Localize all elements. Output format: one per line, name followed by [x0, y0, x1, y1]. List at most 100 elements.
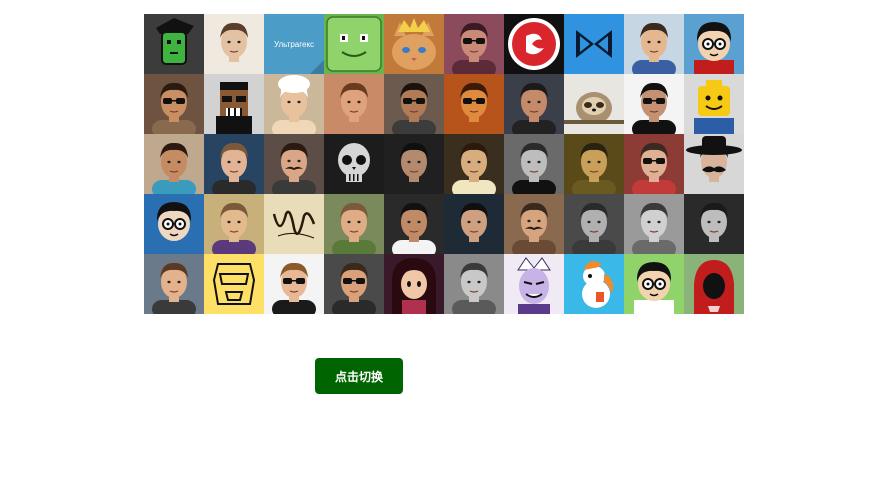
avatar-tile[interactable] — [444, 14, 504, 74]
avatar-tile[interactable] — [204, 134, 264, 194]
bearded-cartoon-icon — [144, 194, 204, 254]
avatar-tile[interactable] — [684, 254, 744, 314]
avatar-tile[interactable] — [144, 134, 204, 194]
avatar-tile[interactable] — [504, 194, 564, 254]
pony-icon — [564, 254, 624, 314]
avatar-tile[interactable] — [324, 74, 384, 134]
robot-head-icon — [204, 254, 264, 314]
person-mustache-icon — [504, 194, 564, 254]
avatar-tile[interactable] — [324, 134, 384, 194]
avatar-tile[interactable] — [624, 254, 684, 314]
avatar-tile[interactable] — [384, 194, 444, 254]
chef-hat-icon — [264, 74, 324, 134]
person-glasses-icon — [624, 134, 684, 194]
avatar-label: Ультрагекс — [274, 40, 314, 49]
person-photo-icon — [384, 134, 444, 194]
cartoon-villain-icon — [504, 254, 564, 314]
avatar-tile[interactable] — [384, 254, 444, 314]
green-smiley-icon — [324, 14, 384, 74]
person-sunglasses-icon — [624, 74, 684, 134]
person-photo-icon — [324, 74, 384, 134]
avatar-tile[interactable] — [204, 194, 264, 254]
person-photo-icon — [564, 134, 624, 194]
cat-king-icon — [384, 14, 444, 74]
red-hoodie-icon — [684, 254, 744, 314]
cartoon-glasses-icon — [624, 254, 684, 314]
cartoon-glasses-icon — [684, 14, 744, 74]
person-photo-icon — [204, 134, 264, 194]
avatar-tile[interactable] — [564, 134, 624, 194]
red-circle-logo-icon — [504, 14, 564, 74]
avatar-tile[interactable] — [324, 14, 384, 74]
green-cartoon-avatar-icon — [144, 14, 204, 74]
bowtie-logo-icon — [564, 14, 624, 74]
avatar-tile[interactable] — [204, 14, 264, 74]
person-photo-icon — [444, 194, 504, 254]
avatar-grid: Ультрагекс — [144, 14, 744, 314]
avatar-tile[interactable] — [504, 134, 564, 194]
avatar-tile[interactable] — [144, 254, 204, 314]
avatar-tile[interactable] — [564, 74, 624, 134]
avatar-tile[interactable] — [684, 14, 744, 74]
calligraphy-logo-icon — [264, 194, 324, 254]
anime-girl-icon — [384, 254, 444, 314]
avatar-tile[interactable] — [324, 194, 384, 254]
avatar-tile[interactable] — [204, 254, 264, 314]
avatar-tile[interactable] — [564, 14, 624, 74]
avatar-tile[interactable] — [504, 14, 564, 74]
avatar-tile[interactable] — [624, 134, 684, 194]
person-sunglasses-icon — [144, 74, 204, 134]
lego-head-icon — [684, 74, 744, 134]
person-photo-icon — [624, 14, 684, 74]
avatar-tile[interactable] — [444, 254, 504, 314]
avatar-tile[interactable] — [264, 254, 324, 314]
person-photo-icon — [684, 194, 744, 254]
cowboy-mustache-icon — [684, 134, 744, 194]
person-photo-icon — [204, 194, 264, 254]
avatar-tile[interactable] — [444, 74, 504, 134]
person-photo-icon — [444, 134, 504, 194]
person-photo-icon — [144, 254, 204, 314]
avatar-tile[interactable] — [264, 134, 324, 194]
avatar-tile[interactable] — [504, 74, 564, 134]
avatar-tile[interactable] — [144, 74, 204, 134]
person-photo-icon — [144, 134, 204, 194]
avatar-tile[interactable] — [204, 74, 264, 134]
person-mustache-icon — [264, 134, 324, 194]
avatar-tile[interactable] — [144, 14, 204, 74]
avatar-tile[interactable] — [324, 254, 384, 314]
avatar-tile[interactable] — [684, 194, 744, 254]
pixel-avatar-icon — [204, 74, 264, 134]
person-photo-icon — [444, 254, 504, 314]
avatar-tile[interactable] — [444, 134, 504, 194]
avatar-tile[interactable] — [564, 194, 624, 254]
text-logo-icon: Ультрагекс — [264, 14, 324, 74]
avatar-tile[interactable] — [624, 14, 684, 74]
person-photo-icon — [624, 194, 684, 254]
person-sunglasses-icon — [384, 74, 444, 134]
avatar-tile[interactable]: Ультрагекс — [264, 14, 324, 74]
avatar-tile[interactable] — [384, 14, 444, 74]
avatar-tile[interactable] — [444, 194, 504, 254]
person-glasses-icon — [324, 254, 384, 314]
skull-icon — [324, 134, 384, 194]
person-photo-icon — [564, 194, 624, 254]
avatar-tile[interactable] — [384, 74, 444, 134]
person-photo-icon — [324, 194, 384, 254]
person-photo-icon — [204, 14, 264, 74]
avatar-tile[interactable] — [264, 74, 324, 134]
sloth-icon — [564, 74, 624, 134]
person-glasses-icon — [264, 254, 324, 314]
avatar-tile[interactable] — [684, 134, 744, 194]
avatar-tile[interactable] — [684, 74, 744, 134]
toggle-button[interactable]: 点击切换 — [315, 358, 403, 394]
avatar-tile[interactable] — [504, 254, 564, 314]
avatar-tile[interactable] — [624, 74, 684, 134]
person-photo-icon — [384, 194, 444, 254]
avatar-tile[interactable] — [264, 194, 324, 254]
avatar-tile[interactable] — [624, 194, 684, 254]
person-glasses-icon — [444, 74, 504, 134]
avatar-tile[interactable] — [144, 194, 204, 254]
avatar-tile[interactable] — [564, 254, 624, 314]
avatar-tile[interactable] — [384, 134, 444, 194]
